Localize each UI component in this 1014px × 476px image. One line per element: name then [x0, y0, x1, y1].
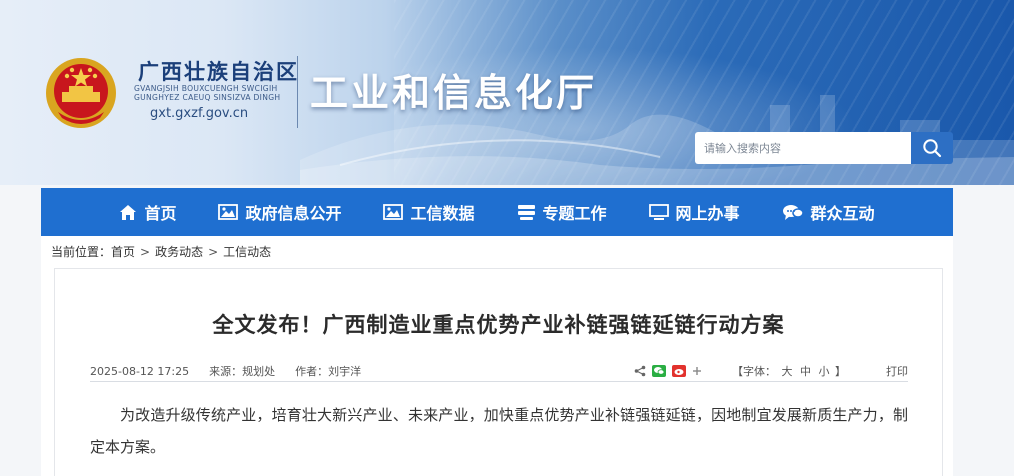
- region-name: 广西壮族自治区: [138, 60, 299, 84]
- breadcrumb-gov-news[interactable]: 政务动态: [155, 243, 203, 260]
- article-body: 为改造升级传统产业，培育壮大新兴产业、未来产业，加快重点优势产业补链强链延链，因…: [90, 406, 908, 456]
- nav-item-gov-info[interactable]: 政府信息公开: [218, 200, 341, 224]
- print-button[interactable]: 打印: [886, 363, 908, 379]
- article-meta: 2025-08-12 17:25 来源： 规划处 作者： 刘宇洋 【字体： 大 …: [90, 360, 908, 382]
- breadcrumb-home[interactable]: 首页: [111, 243, 135, 260]
- nav-item-online-services[interactable]: 网上办事: [648, 200, 740, 224]
- image-icon: [218, 204, 239, 220]
- site-url[interactable]: gxt.gxzf.gov.cn: [150, 106, 248, 121]
- author-label: 作者：: [295, 365, 329, 378]
- nav-item-label: 网上办事: [675, 204, 740, 223]
- national-emblem-icon: [46, 58, 116, 128]
- nav-item-data[interactable]: 工信数据: [383, 200, 475, 224]
- font-size-label: 【字体：: [732, 365, 776, 378]
- nav-item-label: 政府信息公开: [245, 204, 342, 223]
- font-size-control: 【字体： 大 中 小 】: [732, 363, 846, 379]
- header-banner: 广西壮族自治区 GVANGJSIH BOUXCUENGH SWCIGIH GUN…: [0, 0, 1014, 185]
- monitor-icon: [648, 203, 669, 220]
- nav-item-label: 首页: [144, 204, 177, 223]
- font-size-large[interactable]: 大: [782, 365, 793, 378]
- source-label: 来源：: [209, 365, 243, 378]
- breadcrumb-separator: >: [208, 244, 219, 259]
- font-size-close: 】: [835, 365, 846, 378]
- share-bar: [634, 365, 702, 377]
- breadcrumb-prefix: 当前位置：: [51, 245, 112, 259]
- region-name-zhuang: GVANGJSIH BOUXCUENGH SWCIGIH GUNGHYEZ CA…: [134, 84, 281, 102]
- publish-date: 2025-08-12 17:25: [90, 364, 190, 378]
- main-nav: 首页 政府信息公开 工信数据 专题工作 网上办事 群众互动: [41, 188, 953, 236]
- article-title: 全文发布！广西制造业重点优势产业补链强链延链行动方案: [212, 313, 785, 337]
- search-input[interactable]: [695, 132, 911, 164]
- nav-item-topics[interactable]: 专题工作: [517, 200, 607, 224]
- share-icon[interactable]: [634, 365, 646, 377]
- meta-divider: [90, 381, 908, 382]
- image-icon: [383, 204, 404, 220]
- source-value: 规划处: [242, 365, 276, 378]
- chat-icon: [782, 204, 804, 220]
- breadcrumb-industry-news[interactable]: 工信动态: [223, 243, 271, 260]
- search-button[interactable]: [911, 132, 953, 164]
- article-card: 全文发布！广西制造业重点优势产业补链强链延链行动方案 2025-08-12 17…: [54, 268, 943, 476]
- nav-item-home[interactable]: 首页: [119, 200, 176, 224]
- weibo-icon[interactable]: [672, 365, 686, 377]
- header-divider: [297, 56, 298, 128]
- nav-item-interaction[interactable]: 群众互动: [782, 200, 875, 224]
- wechat-icon[interactable]: [652, 365, 666, 377]
- font-size-medium[interactable]: 中: [800, 365, 811, 378]
- department-title: 工业和信息化厅: [310, 70, 598, 115]
- search-icon: [923, 139, 942, 158]
- home-icon: [120, 204, 137, 220]
- author-value: 刘宇洋: [328, 365, 362, 378]
- nav-item-label: 群众互动: [810, 204, 875, 223]
- breadcrumb-separator: >: [140, 244, 151, 259]
- nav-item-label: 专题工作: [542, 204, 607, 223]
- plus-icon[interactable]: [692, 366, 702, 376]
- search-bar: [695, 132, 953, 164]
- stack-icon: [517, 204, 535, 220]
- breadcrumb: 当前位置： 首页 > 政务动态 > 工信动态: [41, 236, 953, 267]
- font-size-small[interactable]: 小: [819, 365, 830, 378]
- nav-item-label: 工信数据: [410, 204, 475, 223]
